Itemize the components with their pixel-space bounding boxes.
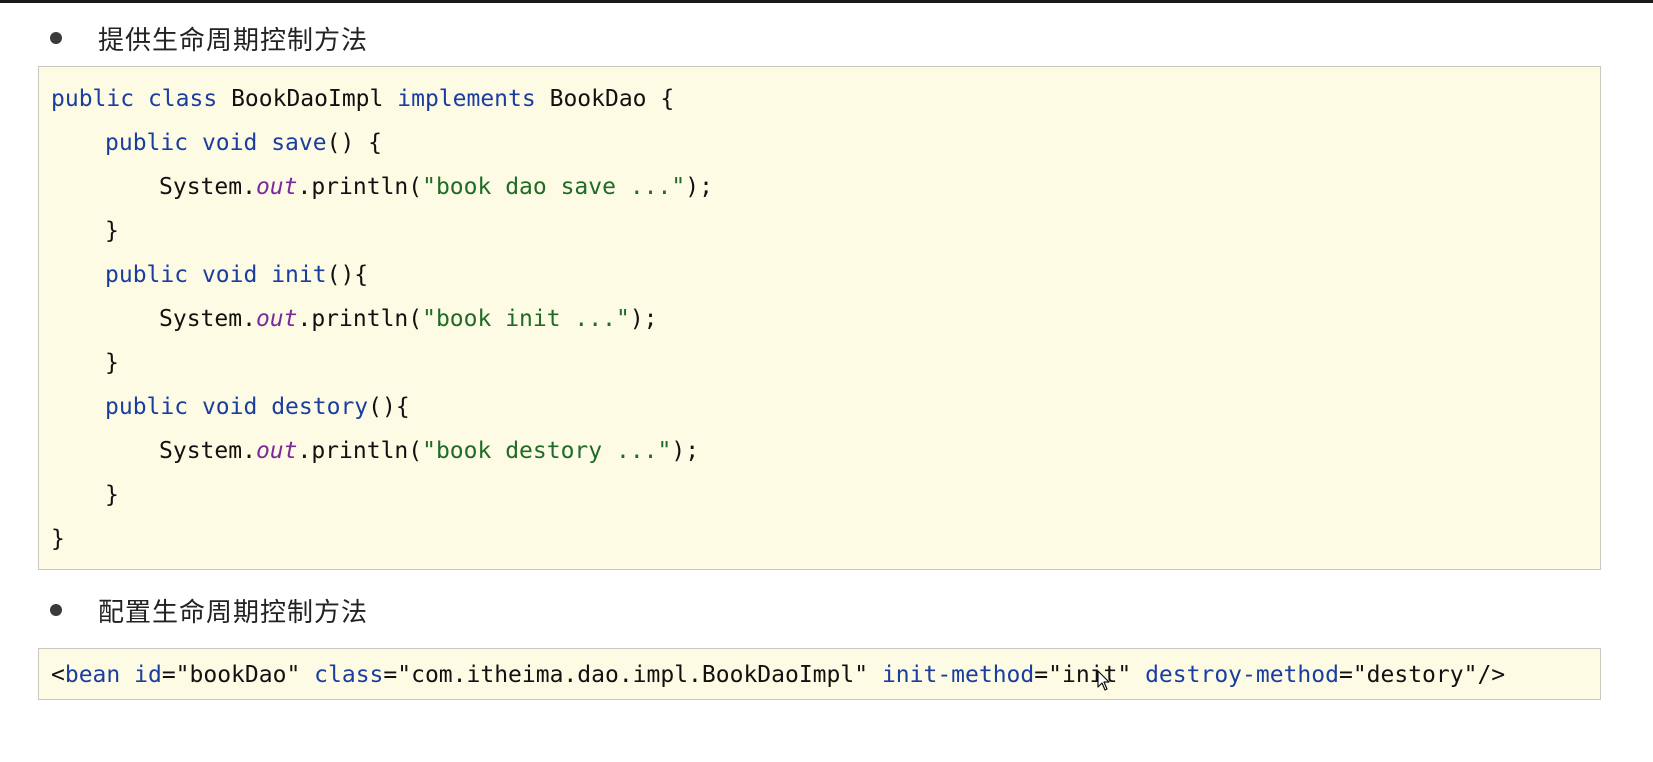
code-line-11: }	[51, 524, 65, 554]
keyword: public	[51, 86, 135, 112]
tag-open: <	[51, 662, 65, 688]
brace: }	[105, 482, 119, 508]
keyword: void	[201, 394, 258, 420]
section-heading-text: 提供生命周期控制方法	[98, 25, 369, 56]
keyword: class	[147, 86, 218, 112]
keyword: public	[105, 262, 189, 288]
section-heading-1: 提供生命周期控制方法	[50, 18, 368, 58]
attr-name: init-method	[881, 662, 1035, 688]
keyword: public	[105, 394, 189, 420]
bullet-dot-icon	[50, 32, 62, 44]
field-out: out	[255, 174, 298, 200]
java-code-block: public class BookDaoImpl implements Book…	[38, 66, 1601, 570]
punctuation: (){	[368, 394, 410, 420]
system-ref: System.	[159, 438, 256, 464]
string-literal: "book destory ..."	[422, 438, 672, 464]
interface-name: BookDao	[549, 86, 647, 112]
brace: {	[660, 86, 675, 112]
code-line-4: }	[105, 216, 119, 246]
brace: }	[51, 526, 65, 552]
tag-close: />	[1477, 662, 1506, 688]
string-literal: "book dao save ..."	[422, 174, 686, 200]
brace: }	[105, 218, 119, 244]
field-out: out	[255, 306, 298, 332]
punctuation: () {	[326, 130, 382, 156]
attr-name: class	[314, 662, 384, 688]
system-ref: System.	[159, 174, 256, 200]
class-name: BookDaoImpl	[231, 86, 384, 112]
code-line-5: public void init(){	[105, 260, 368, 290]
tag-name: bean	[64, 662, 121, 688]
code-line-8: public void destory(){	[105, 392, 410, 422]
attr-value: "destory"	[1352, 662, 1478, 688]
punctuation: );	[629, 306, 658, 332]
code-line-9: System.out.println("book destory ...");	[159, 436, 699, 466]
code-line-6: System.out.println("book init ...");	[159, 304, 658, 334]
attr-name: id	[134, 662, 162, 688]
method-name: save	[271, 130, 327, 156]
attr-value: "init"	[1048, 662, 1132, 688]
system-ref: System.	[159, 306, 256, 332]
code-line-10: }	[105, 480, 119, 510]
attr-name: destroy-method	[1145, 662, 1339, 688]
method-name: destory	[271, 394, 369, 420]
method-name: init	[271, 262, 327, 288]
string-literal: "book init ..."	[422, 306, 630, 332]
section-heading-text: 配置生命周期控制方法	[98, 597, 369, 628]
top-divider	[0, 0, 1653, 3]
bullet-dot-icon	[50, 604, 62, 616]
section-heading-2: 配置生命周期控制方法	[50, 590, 368, 630]
xml-code-block: <bean id="bookDao" class="com.itheima.da…	[38, 648, 1601, 700]
println-call: .println(	[297, 438, 423, 464]
mouse-pointer-icon	[1097, 670, 1110, 691]
keyword: void	[201, 130, 258, 156]
println-call: .println(	[297, 174, 423, 200]
punctuation: );	[671, 438, 700, 464]
keyword: implements	[397, 86, 536, 112]
attr-value: "com.itheima.dao.impl.BookDaoImpl"	[397, 662, 869, 688]
code-line-1: public class BookDaoImpl implements Book…	[51, 84, 674, 114]
brace: }	[105, 350, 119, 376]
keyword: void	[201, 262, 258, 288]
code-line-2: public void save() {	[105, 128, 382, 158]
code-line-3: System.out.println("book dao save ...");	[159, 172, 713, 202]
field-out: out	[255, 438, 298, 464]
println-call: .println(	[297, 306, 423, 332]
punctuation: );	[685, 174, 713, 200]
code-line-7: }	[105, 348, 119, 378]
attr-value: "bookDao"	[175, 662, 301, 688]
keyword: public	[105, 130, 189, 156]
xml-bean-line: <bean id="bookDao" class="com.itheima.da…	[51, 662, 1506, 688]
punctuation: (){	[326, 262, 369, 288]
